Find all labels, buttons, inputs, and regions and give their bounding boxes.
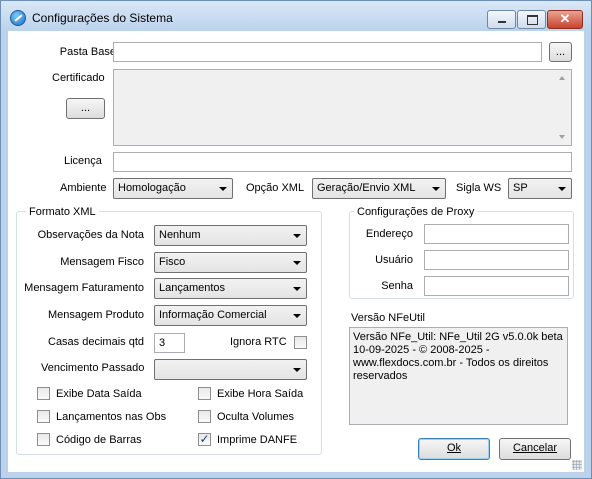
- senha-label: Senha: [381, 280, 413, 292]
- oculta-volumes-label: Oculta Volumes: [217, 411, 295, 423]
- mensagem-fisco-select[interactable]: Fisco: [154, 252, 307, 273]
- ignora-rtc-label: Ignora RTC: [230, 336, 287, 348]
- mensagem-faturamento-select[interactable]: Lançamentos: [154, 278, 307, 299]
- chevron-down-icon: [293, 314, 301, 318]
- usuario-label: Usuário: [375, 254, 413, 266]
- licenca-label: Licença: [64, 155, 102, 167]
- exibe-data-saida-checkbox[interactable]: [37, 387, 50, 400]
- dialog-body: Pasta Base ... Certificado ... Licença A…: [8, 31, 584, 472]
- licenca-input[interactable]: [113, 152, 572, 172]
- sigla-ws-select[interactable]: SP: [508, 178, 572, 199]
- opcao-xml-value: Geração/Envio XML: [317, 182, 416, 194]
- exibe-data-saida-label: Exibe Data Saída: [56, 388, 142, 400]
- formato-xml-title: Formato XML: [26, 206, 99, 218]
- pasta-base-browse-button[interactable]: ...: [549, 42, 572, 62]
- ignora-rtc-checkbox[interactable]: [294, 336, 307, 349]
- ambiente-value: Homologação: [118, 182, 186, 194]
- checkmark-icon: ✓: [199, 432, 210, 446]
- certificado-label: Certificado: [52, 72, 105, 84]
- mensagem-faturamento-label: Mensagem Faturamento: [24, 282, 144, 294]
- certificado-scrollbar[interactable]: [554, 70, 571, 145]
- chevron-down-icon: [293, 368, 301, 372]
- casas-decimais-label: Casas decimais qtd: [48, 336, 144, 348]
- scroll-down-icon[interactable]: [559, 135, 565, 139]
- opcao-xml-select[interactable]: Geração/Envio XML: [312, 178, 446, 199]
- senha-input[interactable]: [424, 276, 569, 296]
- codigo-de-barras-label: Código de Barras: [56, 434, 142, 446]
- ok-button-label: Ok: [446, 442, 462, 454]
- opcao-xml-label: Opção XML: [246, 182, 305, 194]
- endereco-label: Endereço: [365, 228, 413, 240]
- mensagem-fisco-value: Fisco: [159, 256, 186, 268]
- imprime-danfe-label: Imprime DANFE: [217, 434, 298, 446]
- cancelar-button[interactable]: Cancelar: [499, 438, 571, 460]
- sigla-ws-label: Sigla WS: [456, 182, 502, 194]
- close-icon: ✕: [559, 11, 571, 26]
- maximize-button[interactable]: [517, 10, 546, 29]
- chevron-down-icon: [219, 187, 227, 191]
- oculta-volumes-checkbox[interactable]: [198, 410, 211, 423]
- chevron-down-icon: [293, 287, 301, 291]
- close-button[interactable]: ✕: [547, 10, 583, 29]
- codigo-de-barras-checkbox[interactable]: [37, 433, 50, 446]
- usuario-input[interactable]: [424, 250, 569, 270]
- vencimento-passado-select[interactable]: [154, 359, 307, 380]
- chevron-down-icon: [558, 187, 566, 191]
- pasta-base-label: Pasta Base: [59, 46, 116, 58]
- pasta-base-input[interactable]: [113, 42, 542, 62]
- settings-window: Configurações do Sistema ✕ Pasta Base ..…: [0, 0, 592, 479]
- certificado-field[interactable]: [113, 69, 572, 146]
- casas-decimais-input[interactable]: 3: [154, 333, 185, 353]
- cancelar-button-label: Cancelar: [512, 442, 558, 454]
- observacoes-value: Nenhum: [159, 229, 201, 241]
- vencimento-passado-label: Vencimento Passado: [41, 362, 145, 374]
- exibe-hora-saida-label: Exibe Hora Saída: [217, 388, 304, 400]
- mensagem-faturamento-value: Lançamentos: [159, 282, 226, 294]
- imprime-danfe-checkbox[interactable]: ✓: [198, 432, 211, 446]
- resize-grip-icon[interactable]: [572, 460, 582, 470]
- lancamentos-nas-obs-checkbox[interactable]: [37, 410, 50, 423]
- title-bar[interactable]: Configurações do Sistema ✕: [1, 1, 591, 31]
- scroll-up-icon[interactable]: [559, 76, 565, 80]
- ok-button[interactable]: Ok: [418, 438, 490, 460]
- chevron-down-icon: [293, 261, 301, 265]
- chevron-down-icon: [432, 187, 440, 191]
- chevron-down-icon: [293, 234, 301, 238]
- mensagem-produto-value: Informação Comercial: [159, 309, 267, 321]
- sigla-ws-value: SP: [513, 182, 528, 194]
- versao-title: Versão NFeUtil: [351, 312, 425, 324]
- lancamentos-nas-obs-label: Lançamentos nas Obs: [56, 411, 167, 423]
- minimize-button[interactable]: [487, 10, 516, 29]
- exibe-hora-saida-checkbox[interactable]: [198, 387, 211, 400]
- tools-icon: [10, 10, 26, 26]
- mensagem-produto-select[interactable]: Informação Comercial: [154, 305, 307, 326]
- proxy-title: Configurações de Proxy: [354, 206, 478, 218]
- ambiente-label: Ambiente: [60, 182, 107, 194]
- observacoes-select[interactable]: Nenhum: [154, 225, 307, 246]
- ambiente-select[interactable]: Homologação: [113, 178, 233, 199]
- window-title: Configurações do Sistema: [32, 11, 173, 25]
- endereco-input[interactable]: [424, 224, 569, 244]
- mensagem-produto-label: Mensagem Produto: [48, 309, 144, 321]
- mensagem-fisco-label: Mensagem Fisco: [60, 256, 144, 268]
- versao-text: Versão NFe_Util: NFe_Util 2G v5.0.0k bet…: [349, 327, 568, 425]
- observacoes-label: Observações da Nota: [37, 229, 144, 241]
- certificado-browse-button[interactable]: ...: [66, 98, 105, 119]
